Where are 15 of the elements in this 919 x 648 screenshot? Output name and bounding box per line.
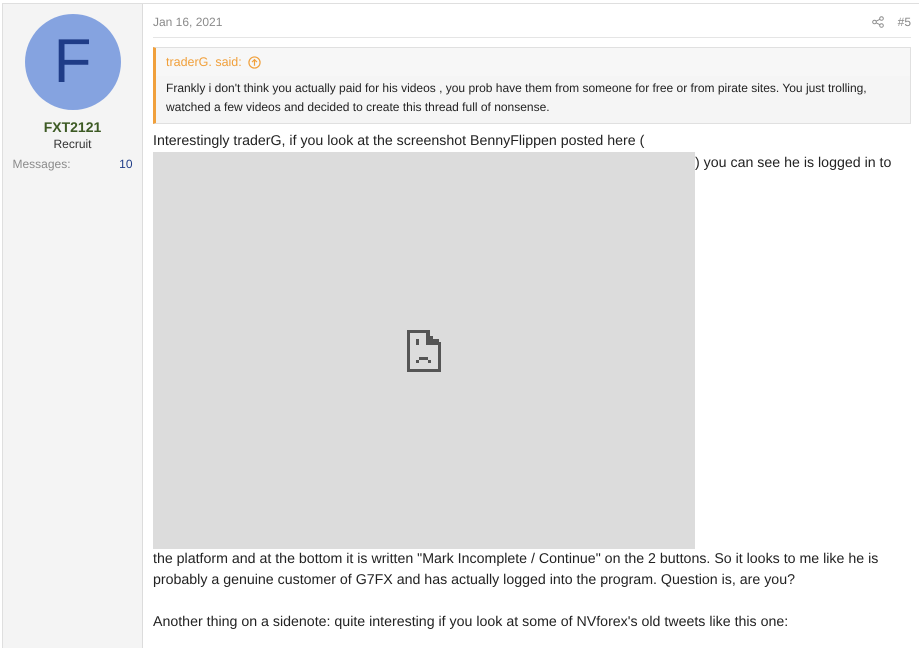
- post-text: Another thing on a sidenote: quite interesting if you look at some of NVforex's old tweets like this one:: [153, 613, 790, 632]
- post-number-link[interactable]: #5: [898, 15, 911, 29]
- user-title: Recruit: [53, 137, 92, 151]
- post-text: the platform and at the bottom it is written "Mark Incomplete / Continue" on the 2 buttons. So it looks to me like he is probably a genuine customer of G7FX and has actually logged into the program. Question is, are you?: [153, 550, 880, 590]
- post-date[interactable]: Jan 16, 2021: [153, 15, 222, 29]
- stat-value: 10: [119, 157, 132, 171]
- stat-label: Messages:: [12, 157, 71, 171]
- post-text: ) you can see he is logged in to: [695, 154, 892, 173]
- username-link[interactable]: FXT2121: [44, 119, 102, 135]
- post-text: Interestingly traderG, if you look at the screenshot BennyFlippen posted here (: [153, 132, 646, 151]
- avatar[interactable]: F: [24, 14, 120, 110]
- broken-image-icon: [407, 330, 441, 372]
- arrow-up-circle-icon[interactable]: [248, 56, 261, 68]
- quote-author-link[interactable]: traderG. said:: [166, 55, 242, 69]
- share-icon[interactable]: [872, 16, 884, 28]
